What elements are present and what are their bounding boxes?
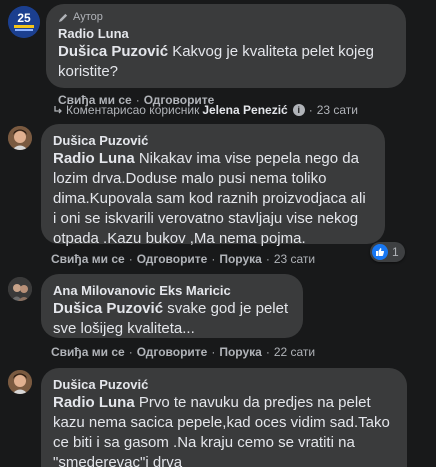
comment-text: Dušica Puzović Kakvog je kvaliteta pelet…	[58, 42, 394, 82]
comment-author[interactable]: Radio Luna	[58, 25, 394, 42]
profile-photo-icon	[8, 277, 32, 301]
separator-dot: ·	[128, 345, 133, 359]
message-button[interactable]: Порука	[219, 345, 261, 359]
separator-dot: ·	[128, 252, 133, 266]
comment-bubble: Аутор Radio Luna Dušica Puzović Kakvog j…	[46, 4, 406, 88]
comment-text: Dušica Puzović svake god je pelet sve lo…	[53, 299, 291, 339]
separator-dot: ·	[265, 345, 270, 359]
reply-button[interactable]: Одговорите	[137, 252, 208, 266]
comment-author[interactable]: Ana Milovanovic Eks Maricic	[53, 282, 291, 299]
comment-bubble: Dušica Puzović Radio Luna Nikakav ima vi…	[41, 124, 385, 247]
mention-link[interactable]: Radio Luna	[53, 394, 135, 411]
replied-note-text: Коментарисао корисник	[66, 103, 200, 117]
mention-link[interactable]: Dušica Puzović	[58, 43, 168, 60]
reaction-count: 1	[392, 245, 399, 259]
like-button[interactable]: Свиђа ми се	[51, 252, 125, 266]
reply-arrow-icon	[54, 106, 62, 114]
comment-actions: Свиђа ми се · Одговорите · Порука · 22 с…	[51, 345, 315, 359]
avatar-dusica[interactable]	[8, 126, 32, 150]
avatar-radio-luna[interactable]: 25	[8, 6, 40, 38]
separator-dot: ·	[211, 345, 216, 359]
comment-actions: Свиђа ми се · Одговорите · Порука · 23 с…	[51, 252, 315, 266]
reply-button[interactable]: Одговорите	[137, 345, 208, 359]
reaction-summary[interactable]: 1	[370, 242, 405, 262]
like-reaction-icon	[372, 244, 388, 260]
replied-by-name[interactable]: Jelena Penezić	[202, 103, 287, 117]
avatar-ana[interactable]	[8, 277, 32, 301]
profile-photo-icon	[8, 370, 32, 394]
avatar-dusica[interactable]	[8, 370, 32, 394]
mention-link[interactable]: Dušica Puzović	[53, 300, 163, 317]
author-badge: Аутор	[58, 11, 394, 23]
avatar-logo-text: 25	[17, 11, 31, 25]
separator-dot: ·	[265, 252, 270, 266]
separator-dot: ·	[211, 252, 216, 266]
comment-bubble: Dušica Puzović Radio Luna Prvo te navuku…	[41, 368, 407, 467]
comment-bubble: Ana Milovanovic Eks Maricic Dušica Puzov…	[41, 274, 303, 338]
message-button[interactable]: Порука	[219, 252, 261, 266]
comment-text: Radio Luna Prvo te navuku da predjes na …	[53, 393, 395, 467]
comment-author[interactable]: Dušica Puzović	[53, 376, 395, 393]
replied-by-note: Коментарисао корисник Jelena Penezić i ·…	[53, 103, 358, 117]
comment-time[interactable]: 23 сати	[317, 103, 358, 117]
radio-luna-logo-icon: 25	[8, 6, 40, 38]
comment-text: Radio Luna Nikakav ima vise pepela nego …	[53, 149, 373, 249]
comment-time[interactable]: 22 сати	[274, 345, 315, 359]
like-button[interactable]: Свиђа ми се	[51, 345, 125, 359]
info-icon[interactable]: i	[292, 104, 305, 116]
pencil-icon	[58, 13, 68, 22]
author-badge-label: Аутор	[73, 11, 103, 23]
comment-time[interactable]: 23 сати	[274, 252, 315, 266]
separator-dot: ·	[308, 103, 313, 117]
mention-link[interactable]: Radio Luna	[53, 150, 135, 167]
comment-author[interactable]: Dušica Puzović	[53, 132, 373, 149]
profile-photo-icon	[8, 126, 32, 150]
